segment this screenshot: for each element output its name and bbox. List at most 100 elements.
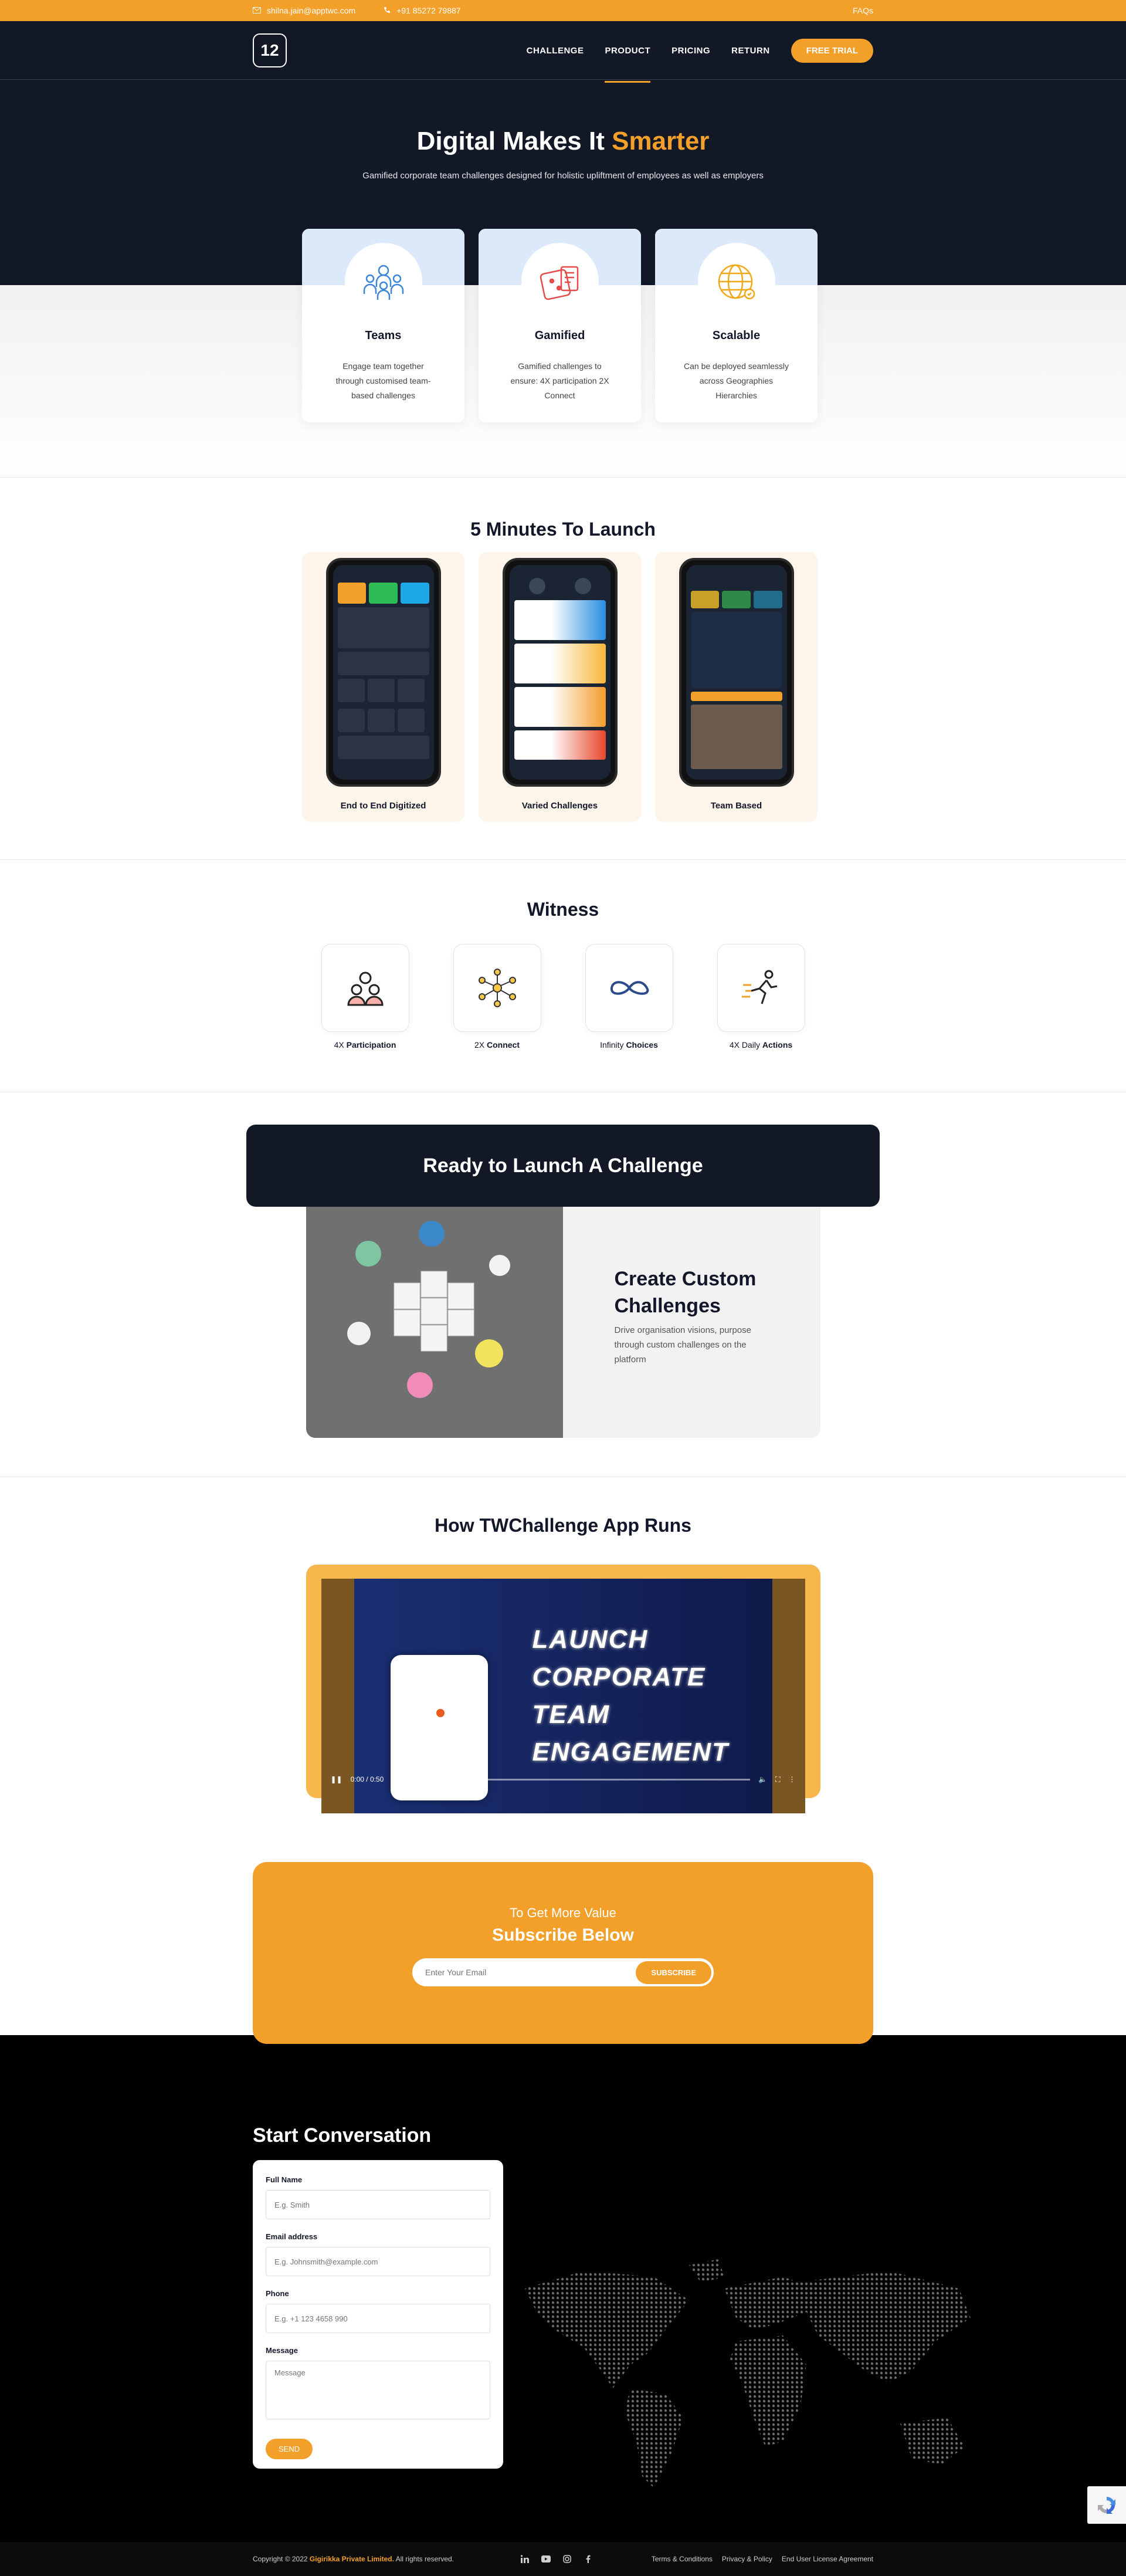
feature-card-teams: Teams Engage team together through custo… [302, 229, 464, 422]
witness-prefix: 4X Daily [729, 1040, 760, 1050]
nav-challenge[interactable]: CHALLENGE [527, 40, 584, 62]
subscribe-kicker: To Get More Value [510, 1905, 616, 1920]
phone-card-team: Team Based [655, 552, 818, 822]
ready-section: Ready to Launch A Challenge Create Custo… [0, 1092, 1126, 1477]
video-time: 0:00 / 0:50 [350, 1775, 384, 1783]
copyright: Copyright © 2022 Gigirikka Private Limit… [253, 2555, 454, 2563]
witness-prefix: Infinity [600, 1040, 624, 1050]
recaptcha-icon [1098, 2497, 1115, 2514]
phone-cards: End to End Digitized Varied Challenges T… [302, 552, 818, 822]
people-icon [321, 944, 409, 1032]
feature-text: Engage team together through customised … [335, 361, 431, 400]
subscribe-card: To Get More Value Subscribe Below SUBSCR… [253, 1862, 873, 2044]
witness-bold: Participation [346, 1040, 396, 1050]
company-name: Gigirikka Private Limited. [309, 2555, 394, 2563]
legal-links: Terms & Conditions Privacy & Policy End … [652, 2555, 873, 2563]
message-input[interactable] [266, 2361, 490, 2419]
phone-card-caption: Varied Challenges [521, 801, 598, 811]
phone-input[interactable] [266, 2304, 490, 2333]
feature-text: Can be deployed seamlessly across Geogra… [684, 361, 789, 400]
witness-item: 4X Participation [321, 944, 409, 1050]
witness-label: 2X Connect [453, 1040, 541, 1050]
witness-items: 4X Participation 2X Connect Infinity Cho… [0, 944, 1126, 1050]
pause-icon[interactable]: ❚❚ [331, 1775, 342, 1783]
youtube-icon[interactable] [541, 2554, 551, 2564]
privacy-link[interactable]: Privacy & Policy [722, 2555, 772, 2563]
custom-challenge-text: Create Custom Challenges Drive organisat… [562, 1207, 820, 1438]
contact-form: Full Name Email address Phone Message SE… [253, 2160, 503, 2469]
hero-subtitle: Gamified corporate team challenges desig… [362, 171, 764, 181]
app-team-screen [686, 565, 787, 780]
nav-return[interactable]: RETURN [731, 40, 770, 62]
ready-banner: Ready to Launch A Challenge [246, 1125, 880, 1207]
send-button[interactable]: SEND [266, 2439, 313, 2459]
phone-mockup [679, 558, 794, 787]
facebook-icon[interactable] [583, 2554, 593, 2564]
logo[interactable]: 12 [253, 33, 287, 67]
site-header: 12 CHALLENGE PRODUCT PRICING RETURN FREE… [0, 21, 1126, 83]
witness-bold: Choices [626, 1040, 658, 1050]
witness-bold: Actions [762, 1040, 793, 1050]
email-label: Email address [266, 2232, 318, 2241]
app-challenges-screen [509, 565, 611, 780]
witness-label: 4X Participation [321, 1040, 409, 1050]
launch-title: 5 Minutes To Launch [470, 519, 656, 540]
fullscreen-icon[interactable]: ⛶ [775, 1775, 780, 1784]
top-bar: shilna.jain@apptwc.com +91 85272 79887 F… [0, 0, 1126, 21]
launch-section: 5 Minutes To Launch End to End Digitized… [0, 478, 1126, 860]
email-input[interactable] [266, 2247, 490, 2276]
video-line: TEAM [532, 1700, 611, 1729]
witness-item: 4X Daily Actions [717, 944, 805, 1050]
hero-title-main: Digital Makes It [416, 127, 605, 155]
video-line: ENGAGEMENT [532, 1738, 729, 1766]
promo-video[interactable]: LAUNCH CORPORATE TEAM ENGAGEMENT ❚❚ 0:00… [321, 1579, 805, 1813]
full-name-input[interactable] [266, 2190, 490, 2219]
video-progress[interactable] [392, 1778, 751, 1780]
video-frame: LAUNCH CORPORATE TEAM ENGAGEMENT ❚❚ 0:00… [306, 1565, 820, 1813]
feature-cards: Teams Engage team together through custo… [302, 229, 818, 422]
phone-card-digitized: End to End Digitized [302, 552, 464, 822]
more-options-icon[interactable]: ⋮ [789, 1775, 796, 1783]
video-line: CORPORATE [532, 1663, 706, 1691]
email-text: shilna.jain@apptwc.com [267, 6, 356, 15]
features-band: Teams Engage team together through custo… [0, 229, 1126, 478]
phone-label: Phone [266, 2289, 289, 2298]
custom-challenge-title: Create Custom Challenges [614, 1268, 757, 1317]
video-line: LAUNCH [532, 1625, 649, 1654]
phone-link[interactable]: +91 85272 79887 [384, 6, 461, 15]
feature-text: Gamified challenges to ensure: 4X partic… [510, 361, 609, 400]
nav-product[interactable]: PRODUCT [605, 40, 650, 83]
nav-pricing[interactable]: PRICING [671, 40, 710, 62]
contact-section: Start Conversation Full Name Email addre… [0, 2060, 1126, 2542]
witness-label: 4X Daily Actions [717, 1040, 805, 1050]
main-nav: CHALLENGE PRODUCT PRICING RETURN FREE TR… [527, 38, 873, 83]
feature-title: Gamified [534, 329, 585, 342]
runner-icon [717, 944, 805, 1032]
eula-link[interactable]: End User License Agreement [782, 2555, 873, 2563]
volume-icon[interactable]: 🔈 [758, 1775, 767, 1783]
subscribe-button[interactable]: SUBSCRIBE [636, 1961, 711, 1984]
subscribe-title: Subscribe Below [492, 1925, 634, 1945]
subscribe-email-input[interactable] [425, 1968, 636, 1977]
faq-link[interactable]: FAQs [853, 6, 873, 15]
site-footer: Copyright © 2022 Gigirikka Private Limit… [0, 2542, 1126, 2576]
hero-title-accent: Smarter [612, 127, 710, 155]
message-label: Message [266, 2346, 298, 2355]
free-trial-button[interactable]: FREE TRIAL [791, 38, 873, 63]
hero-title: Digital Makes It Smarter [0, 127, 1126, 156]
witness-section: Witness 4X Participation 2X Connect Infi… [0, 860, 1126, 1092]
email-link[interactable]: shilna.jain@apptwc.com [253, 6, 355, 15]
witness-label: Infinity Choices [585, 1040, 673, 1050]
recaptcha-badge[interactable] [1087, 2486, 1126, 2524]
world-map [525, 2259, 971, 2488]
phone-icon [384, 6, 391, 15]
feature-card-scalable: Scalable Can be deployed seamlessly acro… [655, 229, 818, 422]
instagram-icon[interactable] [562, 2554, 572, 2564]
linkedin-icon[interactable] [520, 2554, 530, 2564]
network-icon [453, 944, 541, 1032]
witness-prefix: 2X [474, 1040, 485, 1050]
terms-link[interactable]: Terms & Conditions [652, 2555, 713, 2563]
subscribe-form: SUBSCRIBE [412, 1958, 714, 1986]
puzzle-team-image [306, 1207, 563, 1438]
feature-title: Scalable [712, 329, 761, 342]
